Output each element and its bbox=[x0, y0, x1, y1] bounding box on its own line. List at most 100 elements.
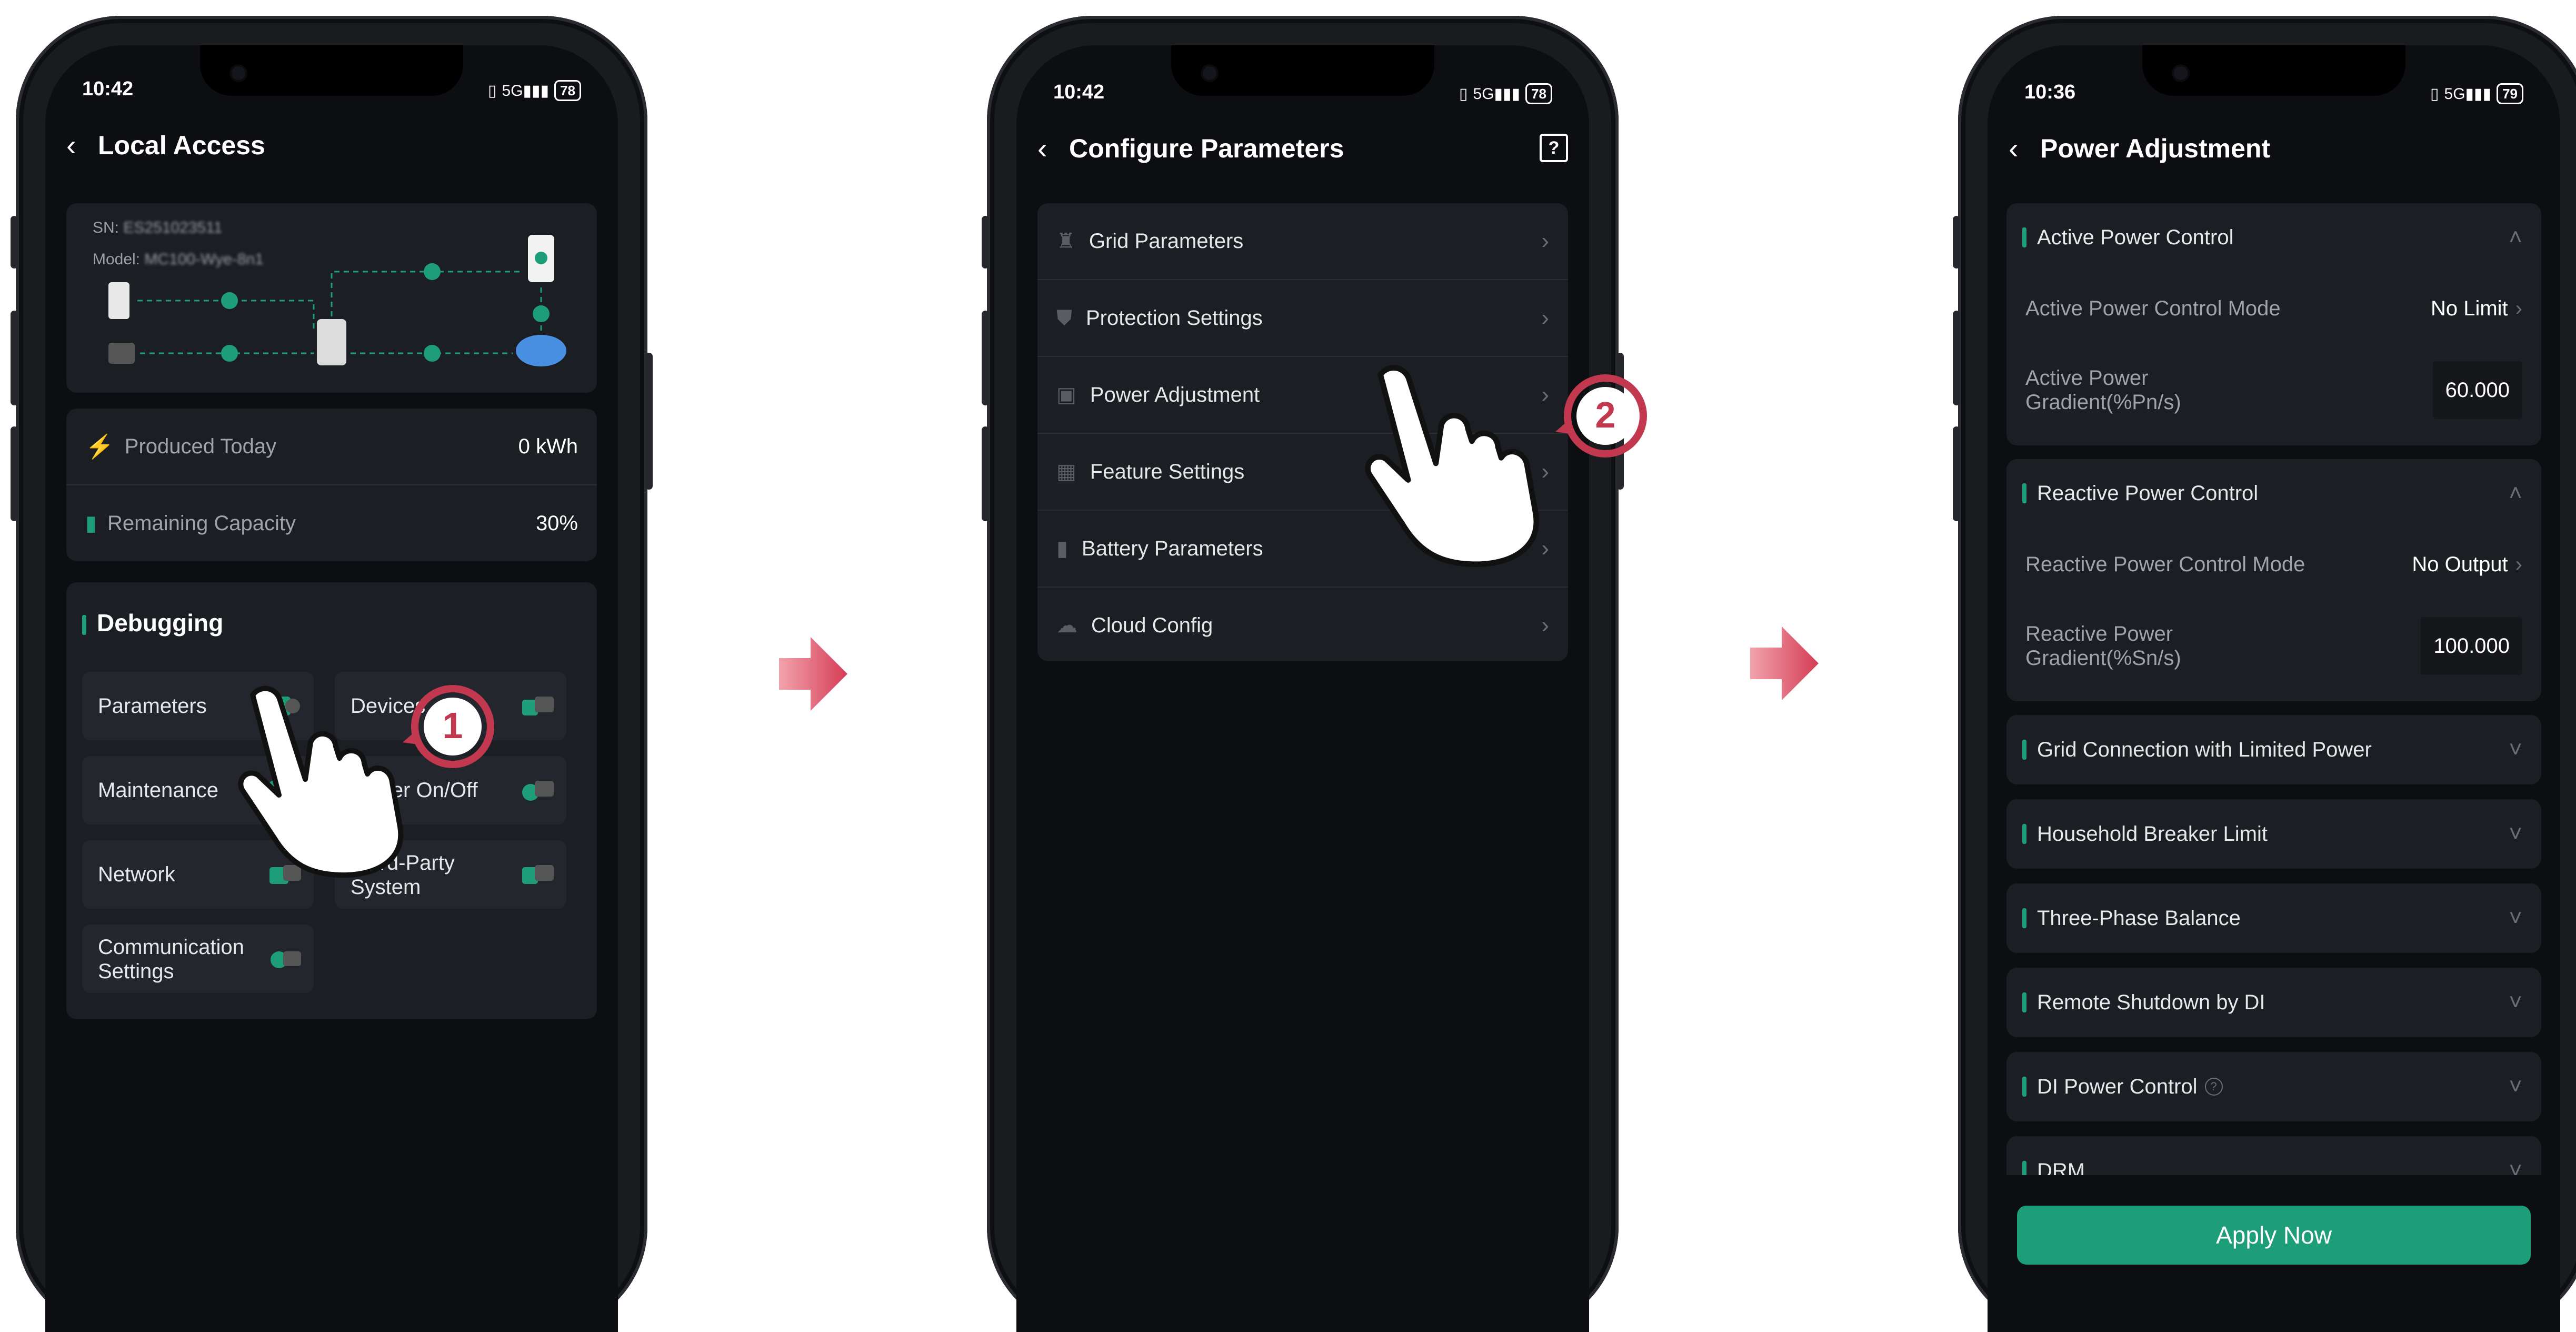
reactive-gradient-input[interactable]: 100.000 bbox=[2421, 617, 2522, 675]
section-three-phase-balance[interactable]: Three-Phase Balance ˅ bbox=[2006, 883, 2541, 953]
tile-label: Maintenance bbox=[98, 779, 219, 802]
chevron-right-icon: › bbox=[1541, 612, 1549, 638]
tap-hand-icon bbox=[1365, 365, 1539, 567]
vibrate-icon: ▯ bbox=[2430, 85, 2439, 103]
battery-icon: ▮ bbox=[85, 512, 97, 535]
devices-icon bbox=[522, 697, 554, 715]
field-label: Reactive Power Gradient(%Sn/s) bbox=[2025, 622, 2181, 670]
section-remote-shutdown-di[interactable]: Remote Shutdown by DI ˅ bbox=[2006, 968, 2541, 1037]
signal-icon: 5G▮▮▮ bbox=[502, 82, 550, 100]
camera bbox=[2174, 66, 2188, 80]
status-time: 10:36 bbox=[2024, 81, 2076, 103]
status-bar: 10:42 ▯ 5G▮▮▮ 78 bbox=[1053, 81, 1552, 107]
shield-icon: ⛊ bbox=[1056, 306, 1072, 330]
battery-icon: ▮ bbox=[1056, 537, 1069, 560]
active-power-mode-row[interactable]: Active Power Control Mode No Limit › bbox=[2006, 272, 2541, 345]
active-power-gradient-row: Active Power Gradient(%Pn/s) 60.000 bbox=[2006, 345, 2541, 435]
apply-now-button[interactable]: Apply Now bbox=[2017, 1206, 2531, 1265]
stats-card: ⚡ Produced Today 0 kWh ▮ Remaining Capac… bbox=[66, 409, 597, 561]
field-value: No Limit bbox=[2430, 296, 2508, 320]
lightning-icon: ⚡ bbox=[85, 434, 114, 460]
section-grid-connection-limited-power[interactable]: Grid Connection with Limited Power ˅ bbox=[2006, 715, 2541, 784]
reactive-power-mode-row[interactable]: Reactive Power Control Mode No Output › bbox=[2006, 528, 2541, 601]
stat-value: 30% bbox=[535, 511, 578, 535]
menu-item-grid-parameters[interactable]: ♜ Grid Parameters › bbox=[1037, 203, 1568, 280]
stat-label: Remaining Capacity bbox=[107, 511, 296, 535]
page-title: Power Adjustment bbox=[2040, 134, 2271, 163]
step-number: 2 bbox=[1595, 394, 1616, 435]
section-title: Remote Shutdown by DI bbox=[2037, 990, 2265, 1014]
device-diagram-card: SN: ES251023511 Model: MC100-Wye-8n1 bbox=[66, 203, 597, 393]
field-label: Reactive Power Control Mode bbox=[2025, 552, 2305, 576]
chevron-down-icon: ˅ bbox=[2509, 821, 2522, 847]
section-title: Reactive Power Control bbox=[2037, 481, 2259, 505]
page-title: Local Access bbox=[98, 131, 265, 160]
menu-item-label: Battery Parameters bbox=[1082, 536, 1263, 560]
help-circle-icon[interactable]: ? bbox=[2204, 1078, 2223, 1096]
chevron-up-icon: ˄ bbox=[2509, 224, 2522, 250]
wave-icon: ▣ bbox=[1056, 383, 1076, 406]
header: ‹ Configure Parameters ? bbox=[1037, 127, 1568, 170]
tile-label: Parameters bbox=[98, 694, 207, 718]
field-label: Active Power Control Mode bbox=[2025, 296, 2281, 320]
active-gradient-input[interactable]: 60.000 bbox=[2432, 361, 2522, 419]
phone-power-adjustment: 10:36 ▯ 5G▮▮▮ 79 ‹ Power Adjustment Acti… bbox=[1953, 16, 2576, 1332]
section-title: DI Power Control bbox=[2037, 1075, 2198, 1098]
section-di-power-control[interactable]: DI Power Control? ˅ bbox=[2006, 1052, 2541, 1121]
chevron-down-icon: ˅ bbox=[2509, 989, 2522, 1015]
power-icon bbox=[522, 781, 554, 801]
section-header[interactable]: Active Power Control ˄ bbox=[2006, 203, 2541, 272]
menu-item-protection-settings[interactable]: ⛊ Protection Settings › bbox=[1037, 280, 1568, 357]
status-time: 10:42 bbox=[1053, 81, 1105, 103]
status-bar: 10:42 ▯ 5G▮▮▮ 78 bbox=[82, 78, 581, 104]
phone-configure-parameters: 10:42 ▯ 5G▮▮▮ 78 ‹ Configure Parameters … bbox=[982, 16, 1624, 1332]
section-title: Active Power Control bbox=[2037, 225, 2234, 249]
tile-communication-settings[interactable]: Communication Settings bbox=[82, 925, 314, 993]
back-icon[interactable]: ‹ bbox=[1037, 133, 1069, 164]
menu-item-label: Feature Settings bbox=[1090, 460, 1245, 483]
battery-level: 78 bbox=[1525, 83, 1552, 104]
screen-configure-parameters: 10:42 ▯ 5G▮▮▮ 78 ‹ Configure Parameters … bbox=[1016, 45, 1589, 1332]
step-badge-1: 1 bbox=[403, 685, 494, 768]
vibrate-icon: ▯ bbox=[488, 82, 497, 100]
topology-diagram bbox=[108, 235, 566, 366]
help-icon[interactable]: ? bbox=[1540, 134, 1568, 162]
status-icons: ▯ 5G▮▮▮ 78 bbox=[488, 80, 581, 101]
screen-power-adjustment: 10:36 ▯ 5G▮▮▮ 79 ‹ Power Adjustment Acti… bbox=[1988, 45, 2560, 1332]
antenna-icon bbox=[271, 951, 301, 968]
section-header[interactable]: Reactive Power Control ˄ bbox=[2006, 459, 2541, 528]
vibrate-icon: ▯ bbox=[1459, 85, 1468, 103]
chevron-down-icon: ˅ bbox=[2509, 1073, 2522, 1099]
cloud-icon bbox=[516, 335, 566, 366]
camera bbox=[1203, 66, 1216, 80]
stat-row-produced: ⚡ Produced Today 0 kWh bbox=[66, 409, 597, 485]
next-arrow-icon bbox=[779, 637, 847, 711]
battery-level: 79 bbox=[2497, 83, 2523, 104]
tap-hand-icon bbox=[238, 685, 404, 878]
status-icons: ▯ 5G▮▮▮ 78 bbox=[1459, 83, 1552, 104]
field-label: Active Power Gradient(%Pn/s) bbox=[2025, 366, 2181, 414]
tile-label: Network bbox=[98, 863, 175, 886]
back-icon[interactable]: ‹ bbox=[66, 130, 98, 161]
phone-local-access: 10:42 ▯ 5G▮▮▮ 78 ‹ Local Access SN: ES25… bbox=[11, 16, 653, 1332]
menu-item-cloud-config[interactable]: ☁ Cloud Config › bbox=[1037, 588, 1568, 663]
battery-level: 78 bbox=[554, 80, 581, 101]
plug-icon bbox=[522, 865, 554, 884]
chevron-up-icon: ˄ bbox=[2509, 480, 2522, 506]
signal-icon: 5G▮▮▮ bbox=[1473, 85, 1521, 103]
cloud-icon: ☁ bbox=[1056, 614, 1077, 637]
menu-item-label: Power Adjustment bbox=[1090, 383, 1260, 406]
active-power-control-section: Active Power Control ˄ Active Power Cont… bbox=[2006, 203, 2541, 445]
reactive-power-control-section: Reactive Power Control ˄ Reactive Power … bbox=[2006, 459, 2541, 701]
back-icon[interactable]: ‹ bbox=[2009, 133, 2040, 164]
status-time: 10:42 bbox=[82, 78, 134, 100]
debugging-title: Debugging bbox=[82, 609, 223, 637]
field-value: No Output bbox=[2412, 552, 2508, 576]
stat-value: 0 kWh bbox=[518, 434, 578, 458]
signal-icon: 5G▮▮▮ bbox=[2444, 85, 2492, 103]
header: ‹ Local Access bbox=[66, 124, 597, 166]
step-badge-2: 2 bbox=[1555, 374, 1647, 458]
status-icons: ▯ 5G▮▮▮ 79 bbox=[2430, 83, 2523, 104]
chevron-right-icon: › bbox=[1541, 228, 1549, 254]
section-household-breaker-limit[interactable]: Household Breaker Limit ˅ bbox=[2006, 799, 2541, 869]
